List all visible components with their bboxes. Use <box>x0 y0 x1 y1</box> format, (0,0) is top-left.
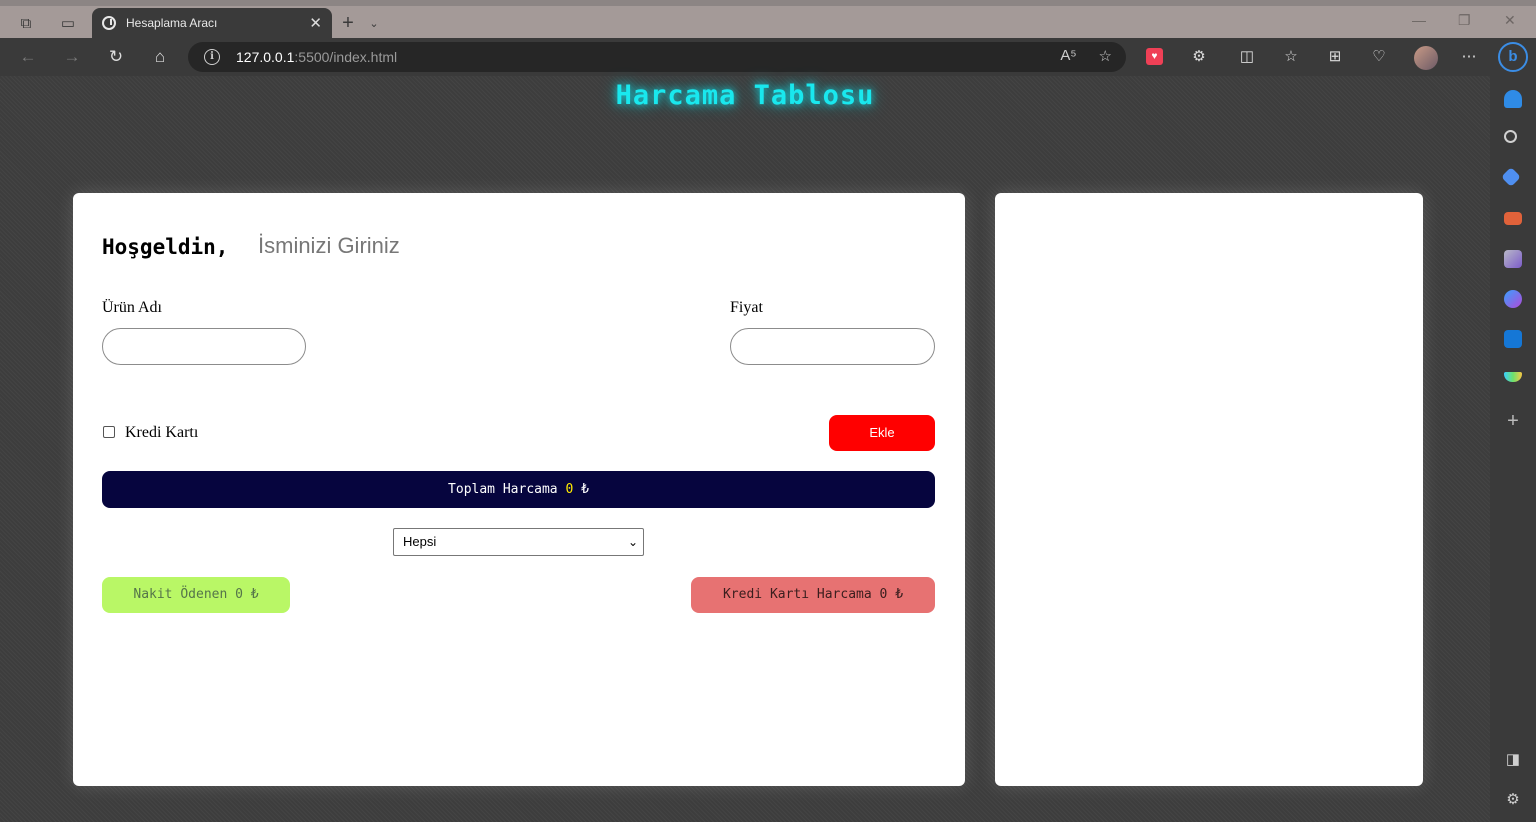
games-icon[interactable] <box>1504 250 1522 268</box>
expense-list-panel <box>995 193 1423 786</box>
url-host: 127.0.0.1 <box>236 49 295 65</box>
settings-icon[interactable]: ⚙ <box>1504 790 1522 808</box>
workspaces-icon[interactable]: ⧉ <box>14 12 38 34</box>
add-icon[interactable]: + <box>1504 410 1522 433</box>
pocket-extension-icon[interactable]: ♥ <box>1146 48 1163 65</box>
sidebar-toggle-icon[interactable]: ◨ <box>1504 750 1522 768</box>
tab-title: Hesaplama Aracı <box>126 16 218 30</box>
name-input[interactable] <box>258 231 558 261</box>
favorite-star-icon[interactable]: ☆ <box>1099 47 1112 65</box>
welcome-label: Hoşgeldin, <box>102 235 229 259</box>
credit-card-label: Kredi Kartı <box>125 424 199 441</box>
url-path: :5500/index.html <box>294 49 398 65</box>
total-currency: ₺ <box>581 482 589 497</box>
credit-spend-value: 0 <box>879 587 888 602</box>
edge-sidebar: + ◨ ⚙ <box>1490 76 1536 822</box>
expense-form-panel: Hoşgeldin, Ürün Adı Fiyat Kredi Kartı Ek… <box>73 193 965 786</box>
toolbox-icon[interactable] <box>1504 212 1522 225</box>
credit-card-checkbox[interactable] <box>103 426 115 438</box>
minimize-icon[interactable]: — <box>1412 12 1426 28</box>
cash-paid-box: Nakit Ödenen 0 ₺ <box>102 577 290 613</box>
url-bar[interactable]: i 127.0.0.1:5500/index.html A⁵ ☆ <box>188 42 1126 72</box>
read-aloud-icon[interactable]: A⁵ <box>1060 47 1076 65</box>
credit-spend-currency: ₺ <box>895 587 904 602</box>
window-close-icon[interactable]: ✕ <box>1504 12 1516 29</box>
total-label: Toplam Harcama <box>448 482 558 497</box>
payment-filter-select[interactable]: Hepsi ⌄ <box>393 528 644 556</box>
outlook-icon[interactable] <box>1504 330 1522 348</box>
filter-selected-value: Hepsi <box>403 534 437 549</box>
site-info-icon[interactable]: i <box>204 49 220 65</box>
close-tab-icon[interactable]: ✕ <box>309 14 322 32</box>
office-icon[interactable] <box>1504 290 1522 308</box>
favorites-icon[interactable]: ☆ <box>1280 46 1302 68</box>
cash-paid-label: Nakit Ödenen <box>133 587 228 602</box>
product-input[interactable] <box>102 328 306 365</box>
tab-list-chevron-icon[interactable]: ⌄ <box>362 12 386 34</box>
new-tab-icon[interactable]: + <box>336 12 360 34</box>
drop-icon[interactable] <box>1504 372 1522 382</box>
add-button[interactable]: Ekle <box>829 415 935 451</box>
price-input[interactable] <box>730 328 935 365</box>
title-bar: ⧉ ▭ Hesaplama Aracı ✕ + ⌄ — ❐ ✕ <box>0 0 1536 38</box>
cash-paid-currency: ₺ <box>250 587 259 602</box>
restore-icon[interactable]: ❐ <box>1458 12 1471 29</box>
credit-card-spend-box: Kredi Kartı Harcama 0 ₺ <box>691 577 935 613</box>
more-options-icon[interactable]: ⋯ <box>1458 46 1480 68</box>
active-tab[interactable]: Hesaplama Aracı ✕ <box>92 8 332 38</box>
split-screen-icon[interactable]: ◫ <box>1236 46 1258 68</box>
home-icon[interactable]: ⌂ <box>148 46 172 68</box>
chevron-down-icon: ⌄ <box>627 535 638 549</box>
search-icon[interactable] <box>1504 130 1517 143</box>
total-spending-bar: Toplam Harcama 0 ₺ <box>102 471 935 508</box>
collections-icon[interactable]: ⊞ <box>1324 46 1346 68</box>
product-label: Ürün Adı <box>102 299 162 316</box>
page-title: Harcama Tablosu <box>615 80 875 111</box>
back-icon[interactable]: ← <box>16 46 40 68</box>
price-label: Fiyat <box>730 299 763 316</box>
bell-icon[interactable] <box>1504 90 1522 108</box>
extensions-icon[interactable]: ⚙ <box>1188 46 1210 68</box>
total-value: 0 <box>565 482 574 497</box>
profile-avatar[interactable] <box>1414 46 1438 70</box>
credit-spend-label: Kredi Kartı Harcama <box>722 587 872 602</box>
cash-paid-value: 0 <box>235 587 243 602</box>
bing-copilot-icon[interactable]: b <box>1498 42 1528 72</box>
forward-icon[interactable]: → <box>60 46 84 68</box>
refresh-icon[interactable]: ↻ <box>104 46 128 68</box>
browser-essentials-icon[interactable]: ♡ <box>1368 46 1390 68</box>
tab-actions-icon[interactable]: ▭ <box>56 12 80 34</box>
tag-icon[interactable] <box>1501 167 1521 187</box>
page-favicon-icon <box>102 16 116 30</box>
address-toolbar: ← → ↻ ⌂ i 127.0.0.1:5500/index.html A⁵ ☆… <box>0 38 1536 76</box>
page-content: Harcama Tablosu Hoşgeldin, Ürün Adı Fiya… <box>0 76 1490 822</box>
